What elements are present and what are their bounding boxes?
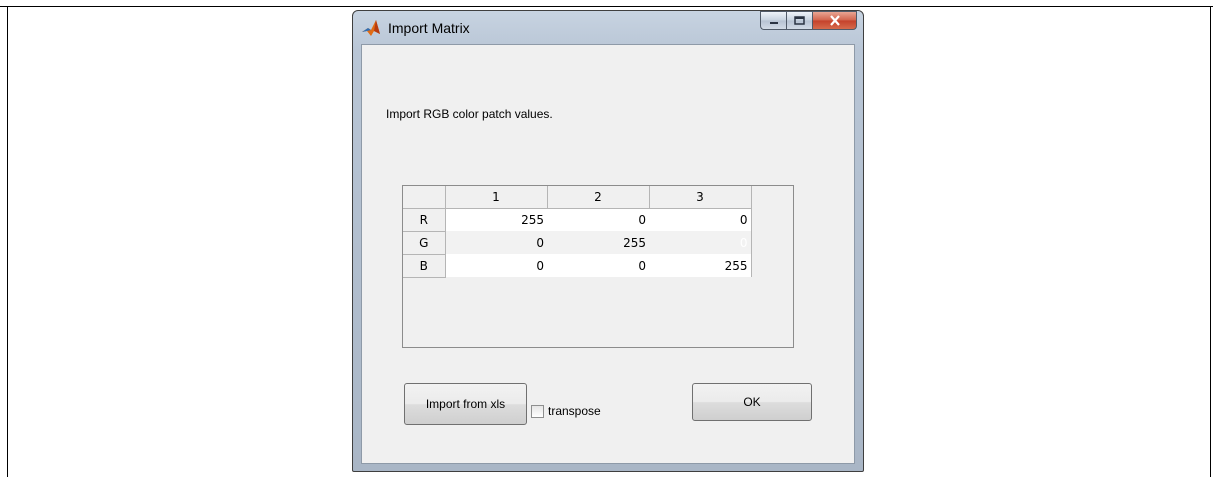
table-row: G 0 255 0 (403, 231, 752, 255)
import-from-xls-button[interactable]: Import from xls (404, 383, 527, 425)
matlab-icon (362, 20, 380, 36)
table-cell[interactable]: 255 (445, 208, 547, 231)
column-header[interactable]: 3 (649, 186, 752, 209)
table-cell[interactable]: 0 (547, 254, 649, 277)
table-row: R 255 0 0 (403, 208, 752, 232)
outer-frame-right (1210, 6, 1211, 477)
row-header[interactable]: B (403, 254, 446, 278)
window-title: Import Matrix (388, 20, 470, 36)
column-header[interactable]: 2 (547, 186, 650, 209)
matrix-grid: 1 2 3 R 255 0 0 G 0 255 0 B 0 0 255 (403, 186, 752, 278)
row-header[interactable]: R (403, 208, 446, 232)
table-cell[interactable]: 255 (649, 254, 752, 277)
instruction-text: Import RGB color patch values. (386, 107, 553, 121)
table-cell-selected[interactable]: 0 (649, 231, 752, 254)
table-cell[interactable]: 255 (547, 231, 649, 254)
table-row: B 0 0 255 (403, 254, 752, 278)
import-matrix-window: Import Matrix Import RGB color patch val… (352, 10, 864, 472)
maximize-button[interactable] (786, 11, 812, 30)
table-corner (403, 186, 446, 209)
ok-button[interactable]: OK (692, 383, 812, 421)
minimize-button[interactable] (760, 11, 786, 30)
table-cell[interactable]: 0 (445, 254, 547, 277)
table-cell[interactable]: 0 (445, 231, 547, 254)
column-header[interactable]: 1 (445, 186, 548, 209)
close-icon (829, 15, 840, 26)
minimize-icon (769, 21, 778, 24)
close-button[interactable] (812, 11, 857, 30)
table-cell[interactable]: 0 (547, 208, 649, 231)
matrix-table[interactable]: 1 2 3 R 255 0 0 G 0 255 0 B 0 0 255 (402, 185, 794, 348)
caption-buttons (760, 11, 857, 31)
row-header[interactable]: G (403, 231, 446, 255)
dialog-client-area: Import RGB color patch values. 1 2 3 R 2… (361, 44, 855, 464)
title-bar[interactable]: Import Matrix (353, 11, 863, 43)
table-cell[interactable]: 0 (649, 208, 752, 231)
transpose-checkbox[interactable] (531, 405, 544, 418)
transpose-label[interactable]: transpose (548, 404, 601, 418)
outer-frame-left (7, 6, 8, 477)
maximize-icon (794, 16, 805, 25)
outer-frame-top (0, 6, 1213, 7)
